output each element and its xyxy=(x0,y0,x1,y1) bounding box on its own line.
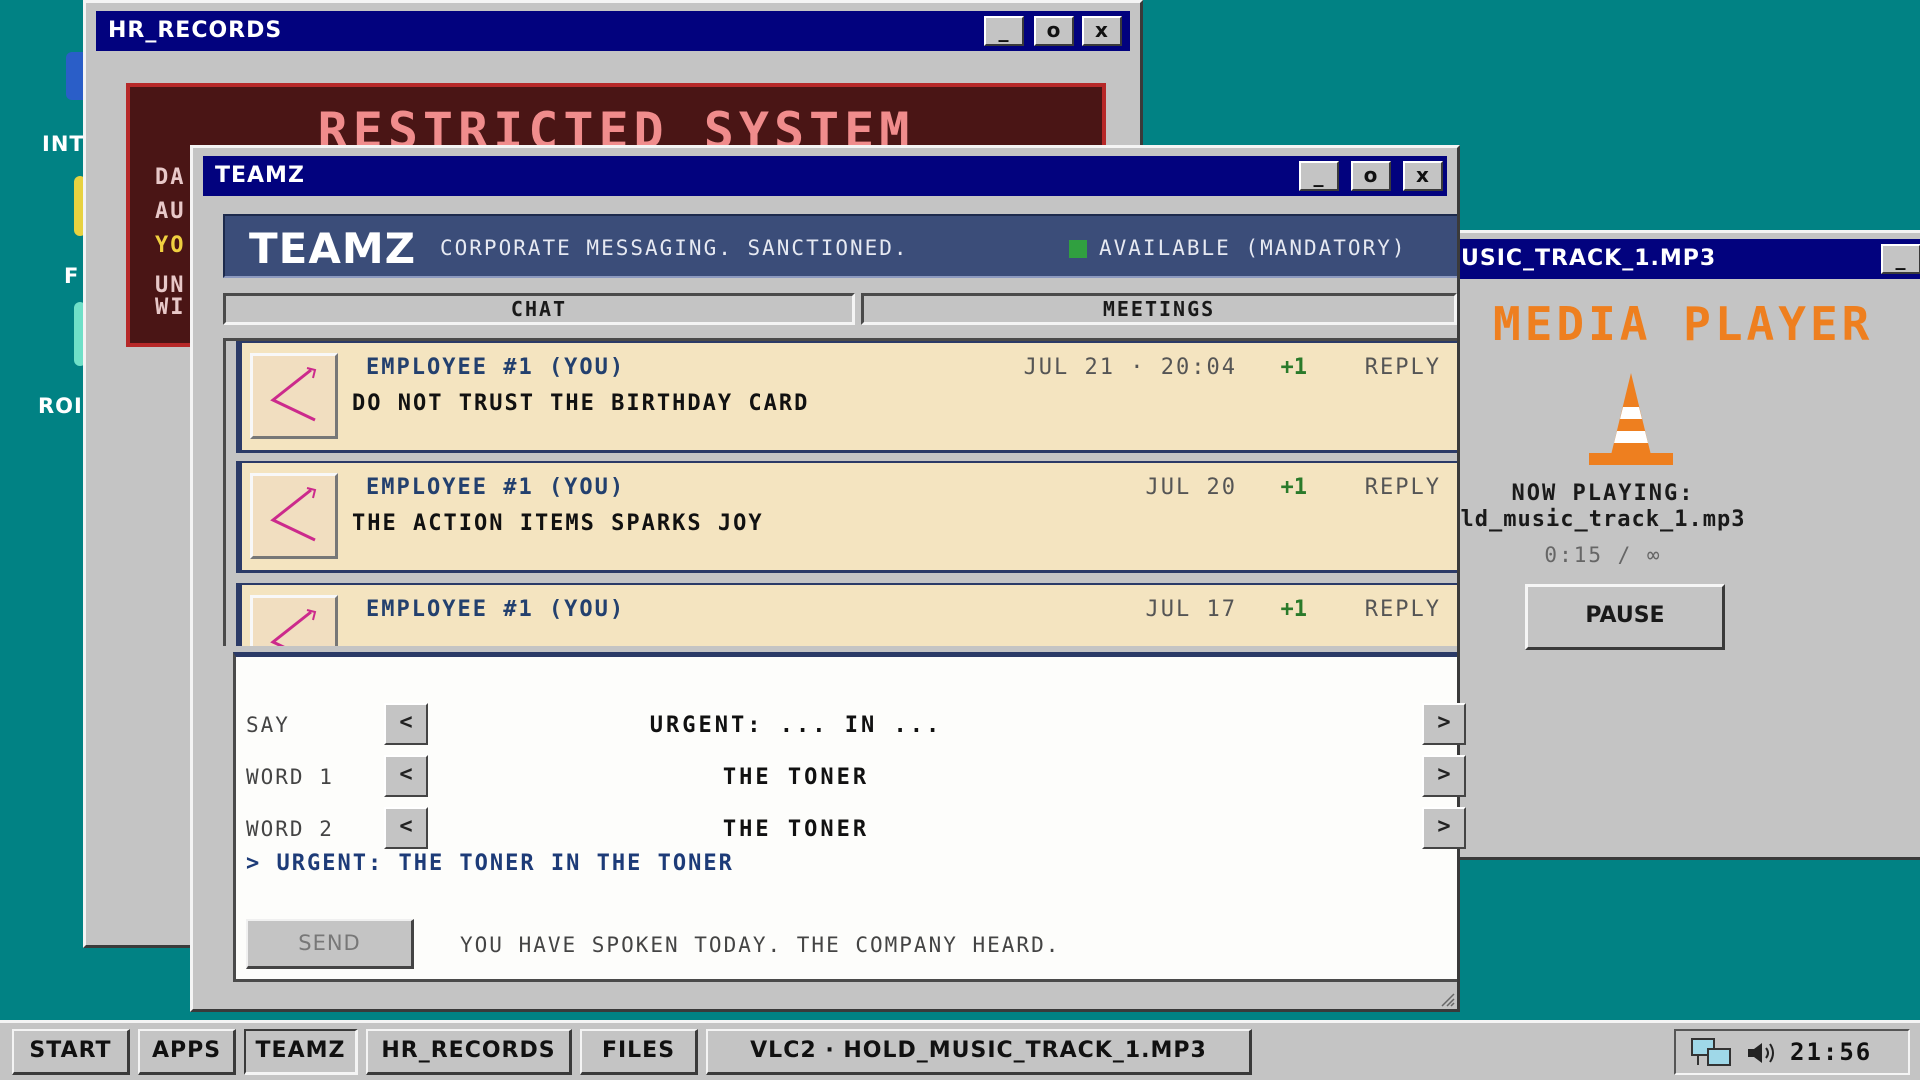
word1-prev-button[interactable]: < xyxy=(384,755,428,797)
message-author: EMPLOYEE #1 (YOU) xyxy=(366,355,626,380)
avatar-doodle-icon xyxy=(270,609,317,646)
track-name: ld_music_track_1.mp3 xyxy=(1460,507,1746,532)
teamz-tagline: CORPORATE MESSAGING. SANCTIONED. xyxy=(440,236,909,260)
say-template-value: URGENT: ... IN ... xyxy=(649,713,943,738)
taskbar: START APPS TEAMZ HR_RECORDS FILES VLC2 ·… xyxy=(0,1020,1920,1080)
chat-message: EMPLOYEE #1 (YOU) JUL 20 +1 REPLY THE AC… xyxy=(236,461,1457,573)
taskbar-hr-records-button[interactable]: HR_RECORDS xyxy=(366,1029,572,1075)
window-title: HR_RECORDS xyxy=(108,18,283,43)
like-count[interactable]: +1 xyxy=(1281,597,1308,622)
taskbar-apps-button[interactable]: APPS xyxy=(138,1029,236,1075)
traffic-cone-icon xyxy=(1589,373,1673,465)
desktop-icon-label[interactable]: INT xyxy=(42,132,85,156)
clock[interactable]: 21:56 xyxy=(1790,1035,1872,1069)
minimize-button[interactable]: _ xyxy=(1881,244,1920,274)
pause-button[interactable]: PAUSE xyxy=(1525,584,1725,650)
message-timestamp: JUL 20 xyxy=(1145,475,1237,500)
say-prev-button[interactable]: < xyxy=(384,703,428,745)
hr-records-titlebar[interactable]: HR_RECORDS _ o x xyxy=(96,11,1130,51)
system-tray: 21:56 xyxy=(1674,1029,1910,1075)
message-text: DO NOT TRUST THE BIRTHDAY CARD xyxy=(352,391,810,416)
status-indicator-icon xyxy=(1069,240,1087,258)
reply-link[interactable]: REPLY xyxy=(1365,597,1441,622)
send-button[interactable]: SEND xyxy=(246,919,414,969)
close-button[interactable]: x xyxy=(1082,16,1122,46)
window-title: USIC_TRACK_1.MP3 xyxy=(1461,246,1717,271)
restricted-line: AU xyxy=(155,199,186,224)
composer-label-say: SAY xyxy=(246,713,290,737)
media-player-titlebar[interactable]: USIC_TRACK_1.MP3 _ xyxy=(1433,239,1920,279)
teamz-window[interactable]: TEAMZ _ o x TEAMZ CORPORATE MESSAGING. S… xyxy=(190,145,1466,1012)
message-author: EMPLOYEE #1 (YOU) xyxy=(366,597,626,622)
composer-label-word1: WORD 1 xyxy=(246,765,334,789)
teamz-titlebar[interactable]: TEAMZ _ o x xyxy=(203,156,1447,196)
now-playing-label: NOW PLAYING: xyxy=(1511,481,1695,506)
minimize-button[interactable]: _ xyxy=(984,16,1024,46)
teamz-header: TEAMZ CORPORATE MESSAGING. SANCTIONED. A… xyxy=(223,214,1457,278)
network-icon[interactable] xyxy=(1690,1037,1734,1069)
taskbar-media-button[interactable]: VLC2 · HOLD_MUSIC_TRACK_1.MP3 xyxy=(706,1029,1252,1075)
reply-link[interactable]: REPLY xyxy=(1365,475,1441,500)
message-author: EMPLOYEE #1 (YOU) xyxy=(366,475,626,500)
message-text: THE ACTION ITEMS SPARKS JOY xyxy=(352,511,764,536)
avatar[interactable] xyxy=(250,353,338,439)
maximize-button[interactable]: o xyxy=(1034,16,1074,46)
word2-value: THE TONER xyxy=(722,817,870,842)
start-button[interactable]: START xyxy=(12,1029,130,1075)
avatar[interactable] xyxy=(250,595,338,646)
taskbar-teamz-button[interactable]: TEAMZ xyxy=(244,1029,358,1075)
resize-grip-icon[interactable] xyxy=(1439,991,1455,1007)
word1-value: THE TONER xyxy=(722,765,870,790)
composer-status: YOU HAVE SPOKEN TODAY. THE COMPANY HEARD… xyxy=(460,933,1061,957)
desktop-icon-label[interactable]: F xyxy=(64,264,79,288)
close-button[interactable]: x xyxy=(1403,161,1443,191)
reply-link[interactable]: REPLY xyxy=(1365,355,1441,380)
word2-next-button[interactable]: > xyxy=(1422,807,1466,849)
message-preview: > URGENT: THE TONER IN THE TONER xyxy=(246,851,734,876)
media-player-window[interactable]: USIC_TRACK_1.MP3 _ MEDIA PLAYER NOW PLAY… xyxy=(1430,230,1920,860)
message-timestamp: JUL 21 · 20:04 xyxy=(1023,355,1237,380)
window-title: TEAMZ xyxy=(215,163,305,188)
like-count[interactable]: +1 xyxy=(1281,475,1308,500)
playback-time: 0:15 / ∞ xyxy=(1544,543,1662,567)
message-timestamp: JUL 17 xyxy=(1145,597,1237,622)
chat-message: EMPLOYEE #1 (YOU) JUL 21 · 20:04 +1 REPL… xyxy=(236,341,1457,453)
chat-feed[interactable]: EMPLOYEE #1 (YOU) JUL 21 · 20:04 +1 REPL… xyxy=(223,338,1457,646)
volume-icon[interactable] xyxy=(1746,1039,1778,1067)
tab-chat[interactable]: CHAT xyxy=(223,293,855,325)
minimize-button[interactable]: _ xyxy=(1299,161,1339,191)
restricted-line: YO xyxy=(155,233,186,258)
avatar-doodle-icon xyxy=(270,367,317,422)
media-player-heading: MEDIA PLAYER xyxy=(1493,297,1874,351)
taskbar-files-button[interactable]: FILES xyxy=(580,1029,698,1075)
tab-meetings[interactable]: MEETINGS xyxy=(861,293,1457,325)
composer-label-word2: WORD 2 xyxy=(246,817,334,841)
availability-status[interactable]: AVAILABLE (MANDATORY) xyxy=(1099,236,1407,260)
word1-next-button[interactable]: > xyxy=(1422,755,1466,797)
restricted-line: DA xyxy=(155,165,186,190)
restricted-line: WI xyxy=(155,295,186,320)
chat-message: EMPLOYEE #1 (YOU) JUL 17 +1 REPLY xyxy=(236,583,1457,646)
maximize-button[interactable]: o xyxy=(1351,161,1391,191)
avatar[interactable] xyxy=(250,473,338,559)
teamz-logo: TEAMZ xyxy=(249,224,417,273)
say-next-button[interactable]: > xyxy=(1422,703,1466,745)
like-count[interactable]: +1 xyxy=(1281,355,1308,380)
desktop-icon-label[interactable]: ROI xyxy=(38,394,83,418)
avatar-doodle-icon xyxy=(270,487,317,542)
message-composer: SAY < URGENT: ... IN ... > WORD 1 < THE … xyxy=(233,652,1466,982)
word2-prev-button[interactable]: < xyxy=(384,807,428,849)
